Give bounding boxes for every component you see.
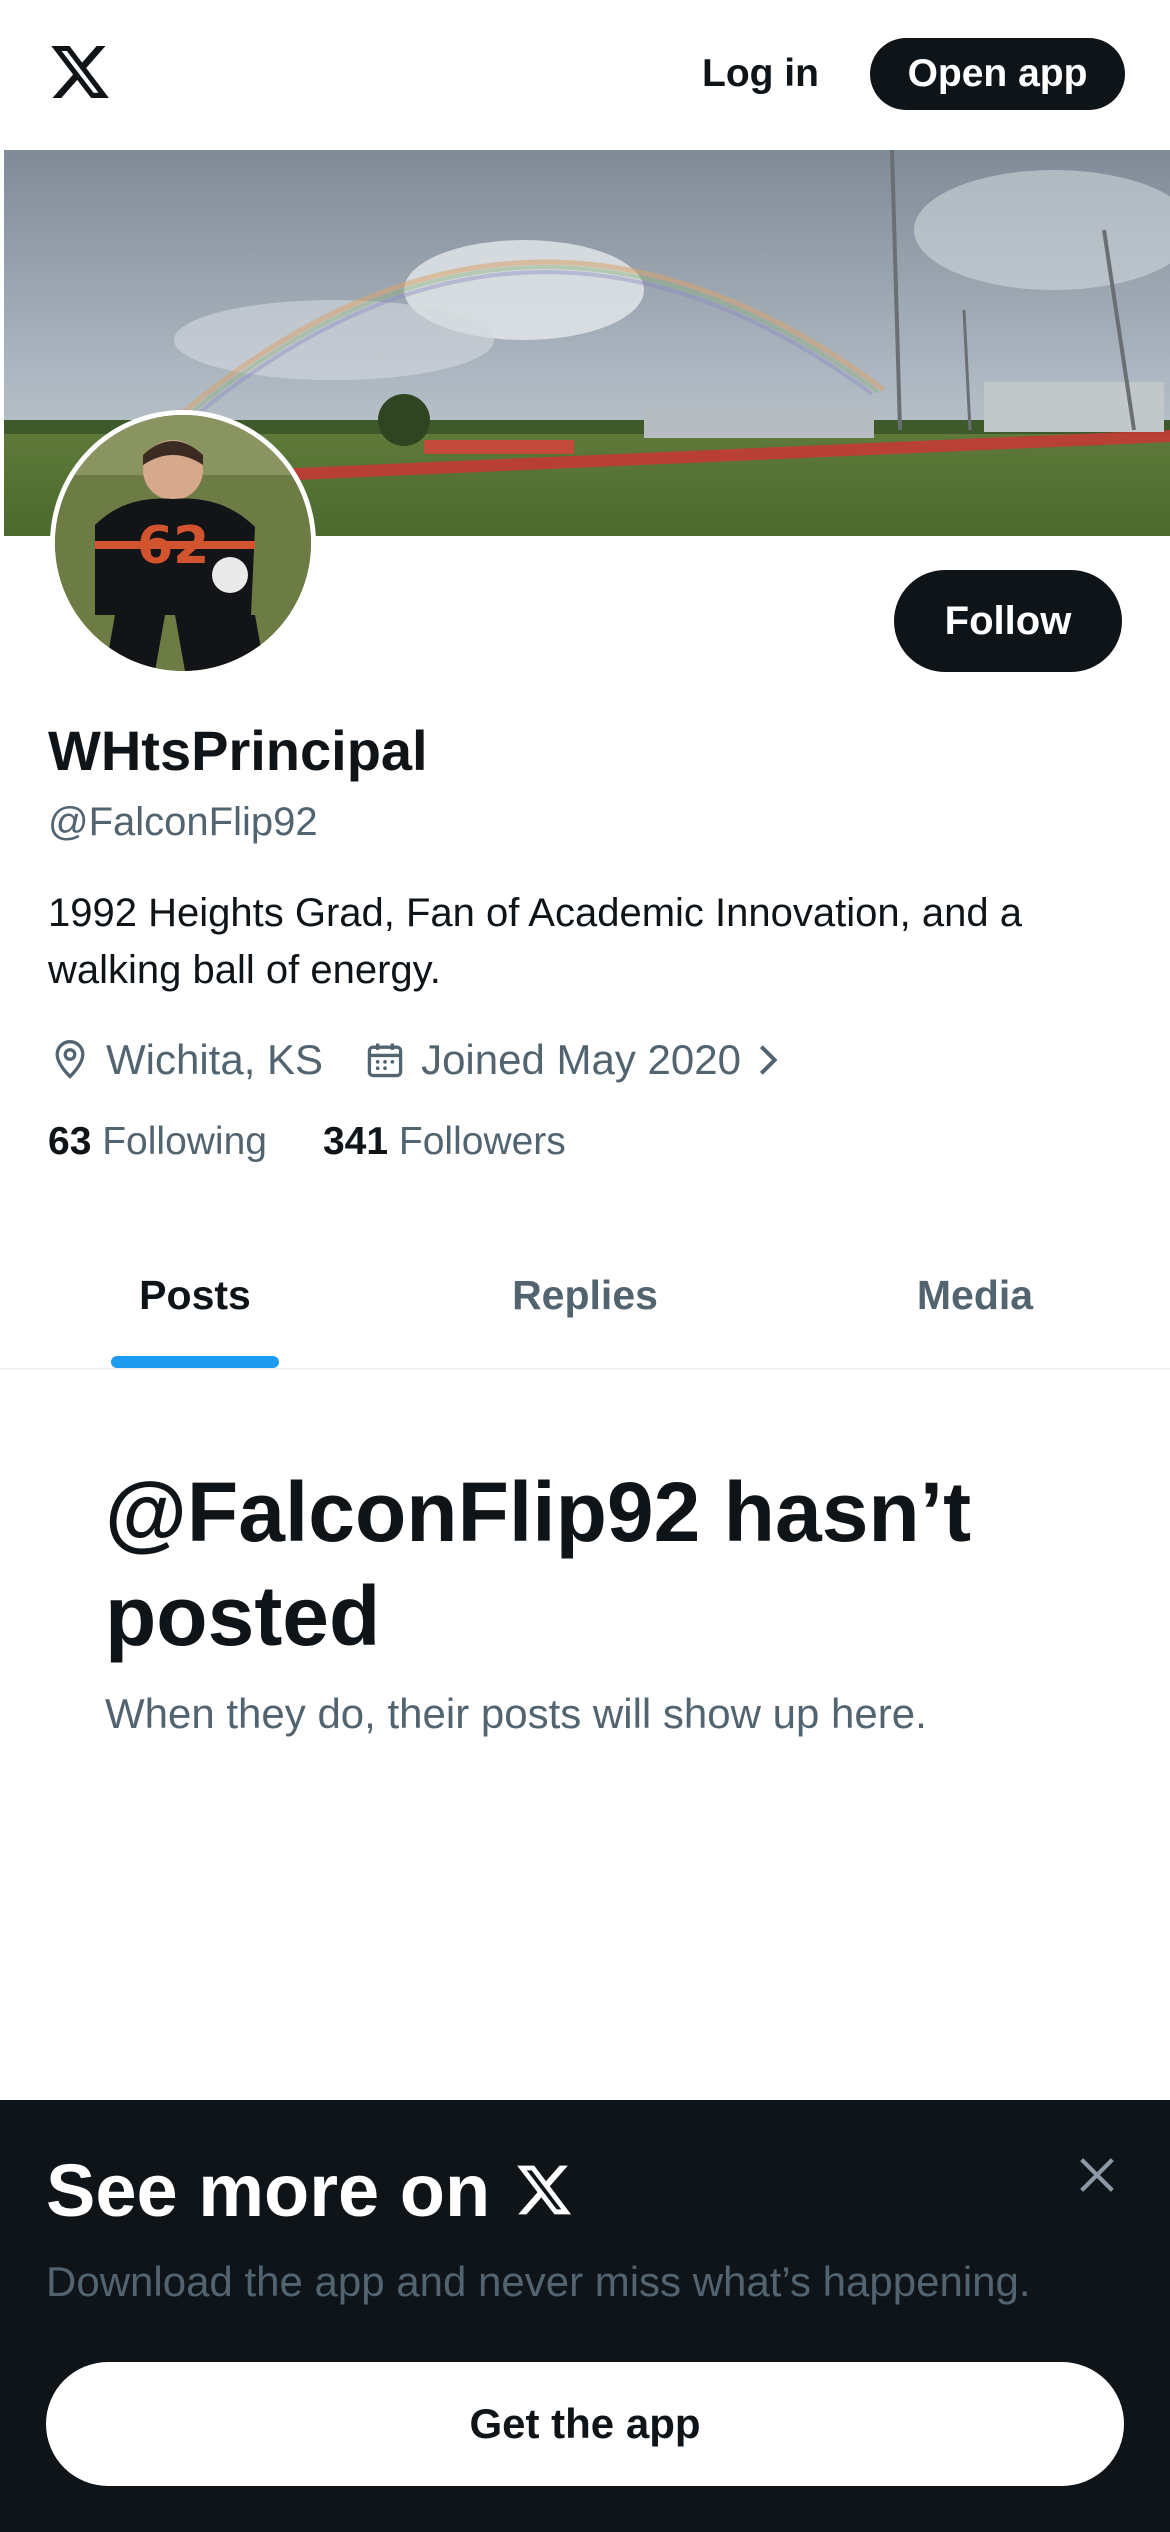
- x-logo-icon[interactable]: [48, 40, 112, 104]
- follow-button[interactable]: Follow: [894, 570, 1122, 672]
- followers-label: Followers: [398, 1120, 566, 1163]
- open-app-button[interactable]: Open app: [870, 38, 1125, 110]
- sheet-subtitle: Download the app and never miss what’s h…: [46, 2258, 1031, 2305]
- empty-state-title: @FalconFlip92 hasn’t posted: [105, 1465, 972, 1663]
- following-label: Following: [102, 1120, 267, 1163]
- profile-meta: Wichita, KS Joined May 2020: [48, 1030, 825, 1090]
- tab-replies-label: Replies: [512, 1272, 658, 1318]
- tab-media[interactable]: Media: [780, 1220, 1170, 1368]
- following-stat[interactable]: 63 Following: [48, 1120, 267, 1164]
- x-logo-icon: [517, 2165, 572, 2215]
- calendar-icon: [367, 1043, 403, 1078]
- profile-avatar[interactable]: 62: [50, 410, 316, 676]
- empty-state-subtitle: When they do, their posts will show up h…: [105, 1690, 927, 1737]
- profile-handle: @FalconFlip92: [48, 800, 318, 844]
- svg-text:62: 62: [137, 516, 209, 576]
- active-tab-indicator: [111, 1356, 279, 1368]
- joined-text: Joined May 2020: [421, 1036, 741, 1083]
- profile-tabs: Posts Replies Media: [0, 1220, 1170, 1370]
- location-pin-icon: [55, 1040, 85, 1079]
- login-link[interactable]: Log in: [690, 44, 831, 104]
- profile-display-name: WHtsPrincipal: [48, 719, 428, 782]
- following-count: 63: [48, 1120, 92, 1163]
- profile-stats: 63 Following 341 Followers: [48, 1120, 622, 1164]
- tab-replies[interactable]: Replies: [390, 1220, 780, 1368]
- tab-posts[interactable]: Posts: [0, 1220, 390, 1368]
- tab-posts-label: Posts: [139, 1272, 251, 1318]
- tab-media-label: Media: [916, 1272, 1034, 1318]
- close-icon[interactable]: [1074, 2152, 1120, 2198]
- profile-location: Wichita, KS: [48, 1036, 323, 1084]
- sheet-title: See more on: [46, 2148, 574, 2232]
- chevron-right-icon: [759, 1045, 778, 1075]
- followers-stat[interactable]: 341 Followers: [323, 1120, 566, 1164]
- location-text: Wichita, KS: [106, 1036, 324, 1083]
- followers-count: 341: [322, 1120, 389, 1163]
- profile-bio: 1992 Heights Grad, Fan of Academic Innov…: [48, 891, 1022, 992]
- profile-joined[interactable]: Joined May 2020: [363, 1036, 785, 1084]
- top-bar: Log in Open app: [0, 0, 1170, 150]
- sheet-title-text: See more on: [46, 2148, 491, 2232]
- get-the-app-button[interactable]: Get the app: [46, 2362, 1124, 2486]
